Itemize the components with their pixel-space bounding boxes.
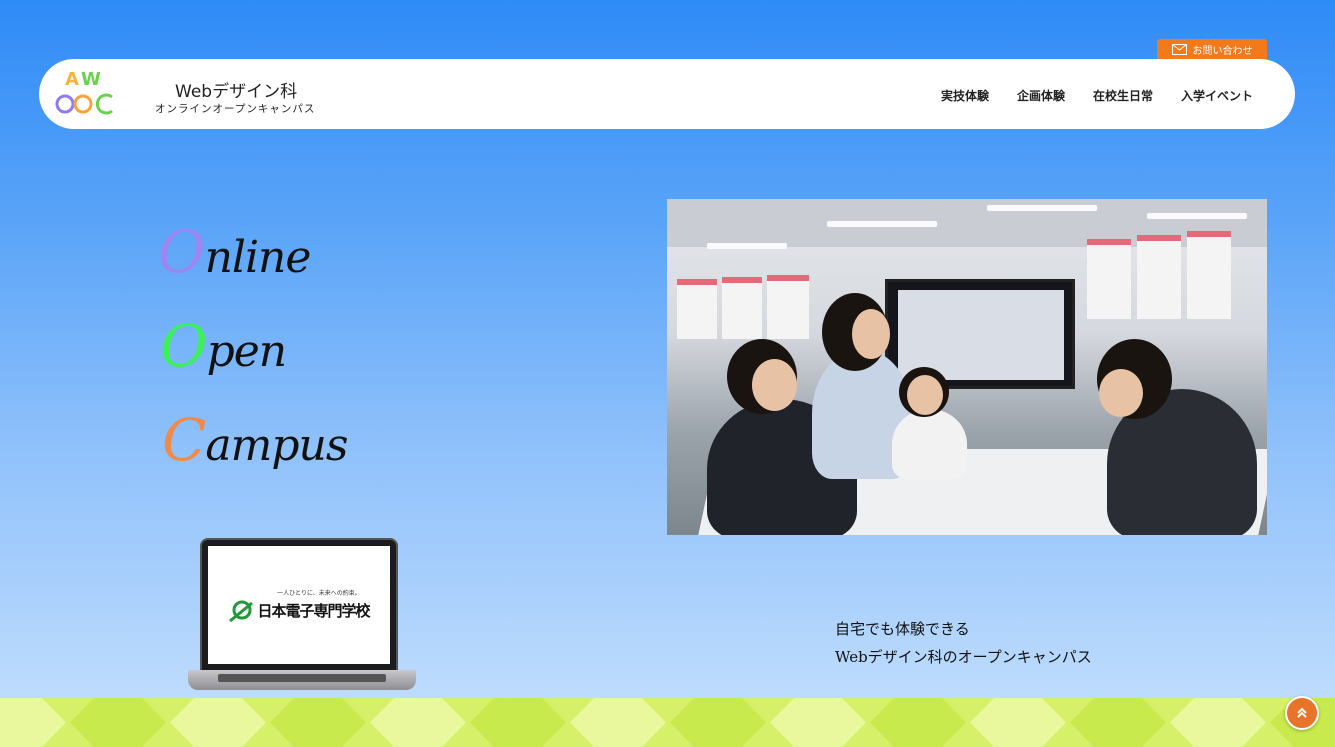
nav-item-student-life[interactable]: 在校生日常 (1093, 87, 1153, 104)
ceiling-light (707, 243, 787, 249)
hero-rest-ampus: ampus (205, 420, 348, 471)
hex-shape (1170, 698, 1266, 747)
hero-rest-nline: nline (204, 232, 312, 283)
contact-button[interactable]: お問い合わせ (1157, 39, 1267, 59)
wall-poster (677, 279, 717, 339)
hex-shape (270, 698, 366, 747)
ceiling-light (987, 205, 1097, 211)
hex-shape (0, 698, 66, 747)
hero-tagline: 自宅でも体験できる Webデザイン科のオープンキャンパス (835, 615, 1092, 671)
school-logo-row: 日本電子専門学校 (228, 599, 371, 623)
hex-shape (1070, 698, 1166, 747)
main-nav: 実技体験 企画体験 在校生日常 入学イベント (941, 87, 1253, 104)
nav-item-admission-events[interactable]: 入学イベント (1181, 87, 1253, 104)
site-logo[interactable]: A W (55, 67, 119, 117)
site-title: Webデザイン科 (175, 82, 298, 102)
hero-cap-o2: O (160, 312, 208, 380)
svg-text:W: W (81, 69, 101, 90)
laptop-illustration: 一人ひとりに、未来への約束。 日本電子専門学校 (188, 538, 416, 698)
nav-item-planning-experience[interactable]: 企画体験 (1017, 87, 1065, 104)
hex-shape (870, 698, 966, 747)
hero-word-campus: Campus (162, 406, 348, 474)
site-header: A W Webデザイン科 オンラインオープンキャンパス 実技体験 企画体験 在校… (39, 59, 1295, 129)
tagline-line-2: Webデザイン科のオープンキャンパス (835, 648, 1092, 666)
student-standing-face (852, 309, 890, 359)
classroom-photo (667, 199, 1267, 535)
nav-item-skill-experience[interactable]: 実技体験 (941, 87, 989, 104)
scroll-to-top-button[interactable] (1285, 696, 1319, 730)
contact-label: お問い合わせ (1192, 45, 1253, 57)
school-tagline: 一人ひとりに、未来への約束。 (277, 589, 361, 597)
wall-poster (1137, 235, 1181, 319)
ceiling-light (1147, 213, 1247, 219)
student-left-face (752, 359, 797, 411)
hex-shape (470, 698, 566, 747)
student-middle (892, 409, 967, 479)
hex-shape (970, 698, 1066, 747)
hex-shape (70, 698, 166, 747)
hero-cap-c: C (162, 406, 206, 474)
tagline-line-1: 自宅でも体験できる (835, 620, 970, 638)
svg-text:A: A (65, 69, 79, 90)
hex-shape (670, 698, 766, 747)
laptop-display: 一人ひとりに、未来への約束。 日本電子専門学校 (208, 546, 390, 664)
decorative-hex-band (0, 698, 1335, 747)
hex-shape (370, 698, 466, 747)
wall-poster (1087, 239, 1131, 319)
hex-shape (770, 698, 866, 747)
laptop-screen: 一人ひとりに、未来への約束。 日本電子専門学校 (200, 538, 398, 672)
student-right-face (1099, 369, 1143, 417)
mail-icon (1171, 43, 1187, 55)
hex-shape (570, 698, 666, 747)
wall-poster (1187, 231, 1231, 319)
school-logo-icon (229, 600, 254, 622)
wall-poster (767, 275, 809, 339)
site-subtitle: オンラインオープンキャンパス (155, 103, 316, 115)
ceiling-light (827, 221, 937, 227)
school-name: 日本電子専門学校 (257, 602, 370, 620)
hero-cap-o: O (158, 218, 206, 286)
laptop-keyboard (218, 674, 386, 682)
hero-rest-pen: pen (206, 326, 288, 377)
wall-poster (722, 277, 762, 339)
chevron-double-up-icon (1297, 707, 1307, 718)
student-middle-face (907, 375, 943, 415)
hero-word-online: Online (158, 218, 312, 286)
hero-word-open: Open (160, 312, 288, 380)
hex-shape (170, 698, 266, 747)
